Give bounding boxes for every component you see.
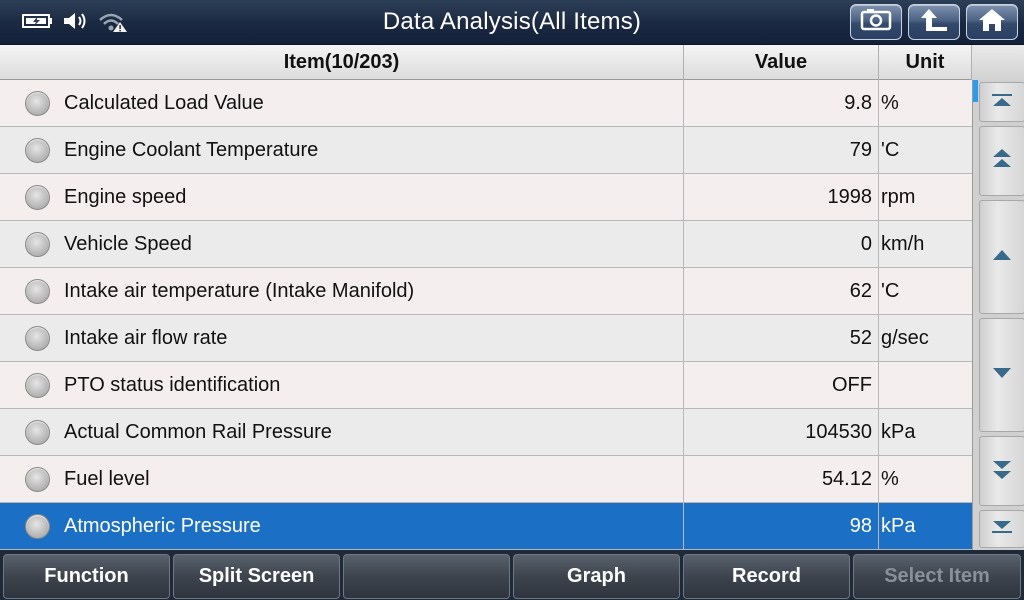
value-cell: OFF [684,362,879,408]
scroll-bottom-button[interactable] [979,510,1024,548]
item-label: Fuel level [64,468,150,490]
back-button[interactable] [908,4,960,40]
line-down-icon [991,366,1013,385]
scroll-bottom-icon [991,520,1013,539]
function-button[interactable]: Function [3,554,170,599]
column-header-item: Item(10/203) [0,45,684,80]
table-row[interactable]: Intake air temperature (Intake Manifold)… [0,268,972,315]
line-up-button[interactable] [979,200,1024,314]
item-cell: Fuel level [0,456,684,502]
table-row[interactable]: Calculated Load Value 9.8 % [0,80,972,127]
radio-button[interactable] [25,91,50,116]
table-row[interactable]: PTO status identification OFF [0,362,972,409]
value-cell: 52 [684,315,879,361]
radio-button[interactable] [25,185,50,210]
line-down-button[interactable] [979,318,1024,432]
item-label: Engine Coolant Temperature [64,139,319,161]
item-cell: Calculated Load Value [0,80,684,126]
record-button[interactable]: Record [683,554,850,599]
table-row[interactable]: Engine Coolant Temperature 79 'C [0,127,972,174]
value-cell: 62 [684,268,879,314]
item-label: Vehicle Speed [64,233,192,255]
value-cell: 0 [684,221,879,267]
item-cell: Actual Common Rail Pressure [0,409,684,455]
scroll-panel [972,80,1024,550]
page-down-button[interactable] [979,436,1024,506]
value-cell: 98 [684,503,879,549]
bottom-toolbar: Function Split Screen Graph Record Selec… [0,550,1024,600]
value-cell: 1998 [684,174,879,220]
item-cell: Vehicle Speed [0,221,684,267]
item-label: Calculated Load Value [64,92,264,114]
graph-button[interactable]: Graph [513,554,680,599]
value-cell: 9.8 [684,80,879,126]
screenshot-icon [859,8,893,37]
value-cell: 54.12 [684,456,879,502]
table-row[interactable]: Vehicle Speed 0 km/h [0,221,972,268]
item-cell: Intake air temperature (Intake Manifold) [0,268,684,314]
item-label: Intake air temperature (Intake Manifold) [64,280,415,302]
item-cell: Intake air flow rate [0,315,684,361]
table-header: Item(10/203) Value Unit [0,45,1024,80]
column-header-unit: Unit [879,45,972,80]
table-row[interactable]: Intake air flow rate 52 g/sec [0,315,972,362]
item-cell: Engine speed [0,174,684,220]
item-label: Intake air flow rate [64,327,228,349]
screenshot-button[interactable] [850,4,902,40]
page-up-icon [991,148,1013,175]
line-up-icon [991,248,1013,267]
select-item-button[interactable]: Select Item [853,554,1021,599]
home-icon [977,7,1007,38]
split-screen-button[interactable]: Split Screen [173,554,340,599]
value-cell: 104530 [684,409,879,455]
table-row[interactable]: Engine speed 1998 rpm [0,174,972,221]
value-cell: 79 [684,127,879,173]
column-header-blank [972,45,1024,80]
unit-cell: km/h [879,221,972,267]
unit-cell: 'C [879,127,972,173]
scroll-top-icon [991,93,1013,112]
radio-button[interactable] [25,514,50,539]
radio-button[interactable] [25,467,50,492]
back-upload-icon [919,7,949,38]
unit-cell: g/sec [879,315,972,361]
unit-cell: 'C [879,268,972,314]
home-button[interactable] [966,4,1018,40]
radio-button[interactable] [25,373,50,398]
table-row[interactable]: Actual Common Rail Pressure 104530 kPa [0,409,972,456]
page-up-button[interactable] [979,126,1024,196]
radio-button[interactable] [25,326,50,351]
title-bar: Data Analysis(All Items) [0,0,1024,45]
scroll-position-indicator [973,80,978,102]
unit-cell: kPa [879,409,972,455]
unit-cell: kPa [879,503,972,549]
unit-cell: % [879,456,972,502]
radio-button[interactable] [25,279,50,304]
unit-cell: % [879,80,972,126]
radio-button[interactable] [25,138,50,163]
item-label: PTO status identification [64,374,281,396]
data-table: Calculated Load Value 9.8 % Engine Coola… [0,80,972,550]
column-header-value: Value [684,45,879,80]
scroll-top-button[interactable] [979,82,1024,122]
radio-button[interactable] [25,420,50,445]
item-cell: Engine Coolant Temperature [0,127,684,173]
empty-button [343,554,510,599]
item-label: Actual Common Rail Pressure [64,421,332,443]
item-cell: PTO status identification [0,362,684,408]
item-cell: Atmospheric Pressure [0,503,684,549]
item-label: Engine speed [64,186,187,208]
radio-button[interactable] [25,232,50,257]
unit-cell [879,362,972,408]
page-down-icon [991,458,1013,485]
table-row-selected[interactable]: Atmospheric Pressure 98 kPa [0,503,972,550]
table-row[interactable]: Fuel level 54.12 % [0,456,972,503]
unit-cell: rpm [879,174,972,220]
item-label: Atmospheric Pressure [64,515,261,537]
